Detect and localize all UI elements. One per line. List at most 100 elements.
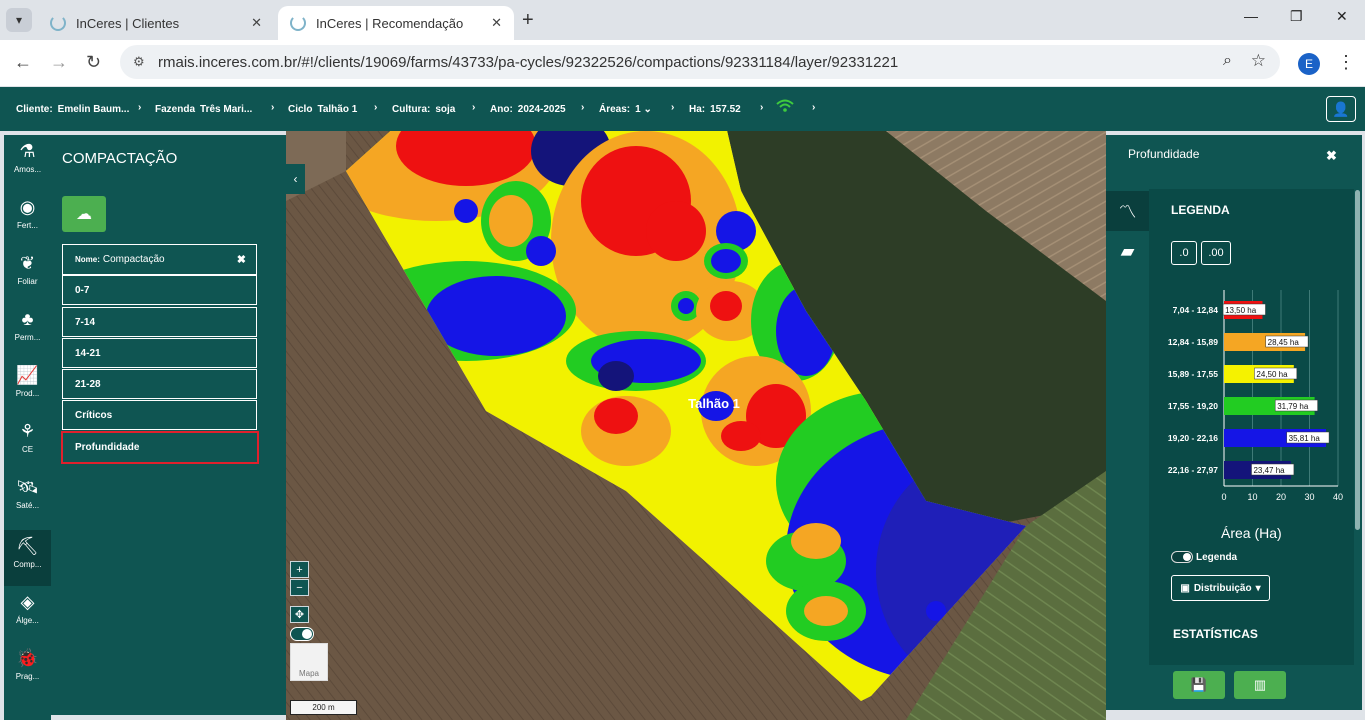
panel-title: COMPACTAÇÃO: [62, 150, 178, 167]
rail-item-ce[interactable]: ⚘ CE: [4, 415, 51, 471]
rail-item-foliar[interactable]: ❦ Foliar: [4, 247, 51, 303]
compaction-panel: COMPACTAÇÃO ☁ Nome: Compactação ✖ 0-7 7-…: [51, 135, 286, 715]
tab-close-icon[interactable]: ✕: [491, 15, 502, 31]
url-input[interactable]: ⚙ rmais.inceres.com.br/#!/clients/19069/…: [120, 45, 1280, 79]
close-icon[interactable]: ✖: [237, 253, 246, 266]
tab-close-icon[interactable]: ✕: [251, 15, 262, 31]
legend-panel-title: Profundidade: [1128, 147, 1200, 161]
tab-favicon-icon: [290, 15, 306, 31]
zoom-out-button[interactable]: −: [290, 579, 309, 596]
layer-item-14-21[interactable]: 14-21: [62, 338, 257, 368]
close-icon[interactable]: ✖: [1326, 148, 1337, 164]
minimize-icon[interactable]: —: [1244, 8, 1258, 24]
field-label: Talhão 1: [688, 396, 740, 411]
browser-address-bar: ← → ↻ ⚙ rmais.inceres.com.br/#!/clients/…: [0, 40, 1365, 86]
layer-visibility-toggle[interactable]: [290, 627, 314, 641]
y-tick-label: 7,04 - 12,84: [1173, 305, 1219, 315]
satellite-icon: 🛰: [16, 477, 39, 497]
layer-item-21-28[interactable]: 21-28: [62, 369, 257, 399]
crumb-ha: Ha: 157.52: [689, 104, 741, 115]
legend-toggle[interactable]: [1171, 551, 1193, 563]
chevron-right-icon: ›: [760, 102, 764, 113]
layer-item-7-14[interactable]: 7-14: [62, 307, 257, 337]
browser-tab-recomendacao[interactable]: InCeres | Recomendação ✕: [278, 6, 514, 40]
data-label: 28,45 ha: [1268, 338, 1300, 347]
crumb-areas[interactable]: Áreas: 1 ⌄: [599, 104, 652, 115]
save-button[interactable]: 💾: [1173, 671, 1225, 699]
sprout-icon: ⚘: [19, 421, 36, 441]
chevron-right-icon: ›: [374, 102, 378, 113]
chevron-right-icon: ›: [138, 102, 142, 113]
reload-icon[interactable]: ↻: [86, 52, 101, 73]
layer-item-0-7[interactable]: 0-7: [62, 275, 257, 305]
decrease-decimals-button[interactable]: .0: [1171, 241, 1197, 265]
browser-tab-clientes[interactable]: InCeres | Clientes ✕: [38, 6, 274, 40]
legend-scrollbar[interactable]: [1355, 190, 1360, 530]
crumb-cultura[interactable]: Cultura: soja: [392, 104, 455, 115]
rail-item-fertilidade[interactable]: ◉ Fert...: [4, 191, 51, 247]
data-label: 24,50 ha: [1256, 370, 1288, 379]
layer-name-label: Nome:: [75, 255, 100, 264]
tab-favicon-icon: [50, 15, 66, 31]
rail-item-algebra[interactable]: ◈ Álge...: [4, 586, 51, 642]
data-label: 23,47 ha: [1253, 466, 1285, 475]
rail-item-compactacao[interactable]: ⛏ Comp...: [4, 530, 51, 586]
forward-arrow-icon[interactable]: →: [50, 52, 68, 73]
window-close-icon[interactable]: ✕: [1336, 8, 1348, 25]
compaction-icon: ⛏: [16, 536, 39, 556]
area-bar-chart: 0 10 20 30 40 7,04 - 12,84 13,50 ha 12,84 - 15,…: [1149, 284, 1354, 514]
tab-title: InCeres | Clientes: [76, 15, 180, 31]
bookmark-star-icon[interactable]: ☆: [1251, 51, 1266, 71]
legend-content: LEGENDA .0 .00 0 10 20 30 40 7,04 - 12,84 13,5…: [1149, 189, 1354, 665]
browser-menu-icon[interactable]: ⋮: [1337, 52, 1355, 73]
map-view[interactable]: Talhão 1: [286, 131, 1106, 720]
globe-icon: ◉: [19, 197, 36, 217]
tab-search-button[interactable]: ▾: [6, 8, 32, 32]
zoom-in-button[interactable]: +: [290, 561, 309, 578]
rail-item-amostragem[interactable]: ⚗ Amos...: [4, 135, 51, 191]
minimap-button[interactable]: Mapa: [290, 643, 328, 681]
tab-title: InCeres | Recomendação: [316, 15, 464, 31]
satellite-map: Talhão 1: [286, 131, 1106, 720]
profile-avatar[interactable]: E: [1298, 53, 1320, 75]
rail-item-pragas[interactable]: 🐞 Prag...: [4, 642, 51, 698]
data-label: 35,81 ha: [1289, 434, 1321, 443]
legend-panel-footer: 💾 ▥: [1106, 665, 1362, 710]
paint-roller-icon: ▰: [1120, 240, 1135, 261]
layer-name-item[interactable]: Nome: Compactação ✖: [62, 244, 257, 275]
module-rail: ⚗ Amos... ◉ Fert... ❦ Foliar ♣ Perm... 📈 Prod…: [4, 135, 51, 720]
user-icon: 👤: [1332, 100, 1350, 117]
scale-bar: 200 m: [290, 700, 357, 715]
tab-paint[interactable]: ▰: [1106, 231, 1149, 271]
crumb-fazenda[interactable]: Fazenda Três Mari...: [155, 104, 252, 115]
layer-item-profundidade[interactable]: Profundidade: [61, 431, 259, 464]
chevron-down-icon: ⌄: [643, 104, 652, 115]
rail-item-produtividade[interactable]: 📈 Prod...: [4, 359, 51, 415]
distribution-dropdown[interactable]: ▣ Distribuição ▾: [1171, 575, 1270, 601]
layer-item-criticos[interactable]: Críticos: [62, 400, 257, 430]
legend-panel-header: Profundidade ✖: [1106, 135, 1362, 189]
chevron-down-icon: ▾: [15, 13, 23, 27]
caret-down-icon: ▾: [1255, 582, 1261, 594]
restore-icon[interactable]: ❐: [1290, 8, 1303, 25]
chevron-right-icon: ›: [671, 102, 675, 113]
tab-chart[interactable]: 〽: [1106, 191, 1149, 231]
rail-item-satelite[interactable]: 🛰 Saté...: [4, 471, 51, 527]
zoom-icon[interactable]: ⌕: [1223, 52, 1232, 70]
new-tab-button[interactable]: +: [522, 9, 534, 32]
user-menu-button[interactable]: 👤: [1326, 96, 1356, 122]
back-arrow-icon[interactable]: ←: [14, 52, 32, 73]
rail-item-permanentes[interactable]: ♣ Perm...: [4, 303, 51, 359]
pan-move-icon[interactable]: ✥: [290, 606, 309, 623]
browser-tab-strip: ▾ InCeres | Clientes ✕ InCeres | Recomen…: [0, 0, 1365, 40]
site-settings-icon[interactable]: ⚙: [133, 54, 145, 70]
stats-heading: ESTATÍSTICAS: [1173, 627, 1258, 641]
wifi-icon: [776, 99, 794, 117]
crumb-ciclo[interactable]: Ciclo Talhão 1: [288, 104, 357, 115]
increase-decimals-button[interactable]: .00: [1201, 241, 1231, 265]
crumb-ano[interactable]: Ano: 2024-2025: [490, 104, 566, 115]
export-button[interactable]: ▥: [1234, 671, 1286, 699]
collapse-panel-button[interactable]: ‹: [286, 164, 305, 194]
crumb-cliente[interactable]: Cliente: Emelin Baum...: [16, 104, 129, 115]
upload-button[interactable]: ☁: [62, 196, 106, 232]
